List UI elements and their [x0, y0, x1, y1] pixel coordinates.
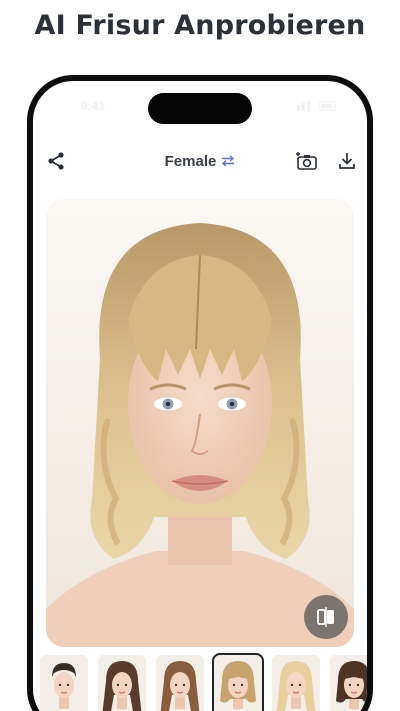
- hairstyle-thumbnail[interactable]: [40, 655, 88, 711]
- add-photo-button[interactable]: [295, 149, 319, 173]
- status-time: 9:41: [81, 99, 106, 113]
- gender-label: Female: [164, 152, 217, 170]
- hairstyle-thumbnail[interactable]: [272, 655, 320, 711]
- hairstyle-carousel: [33, 653, 367, 711]
- top-toolbar: Female: [33, 141, 367, 181]
- swap-icon: [222, 155, 235, 167]
- hairstyle-thumbnail-image: [272, 655, 320, 711]
- gender-toggle[interactable]: Female: [143, 148, 257, 174]
- status-icons: [297, 101, 336, 111]
- hairstyle-thumbnail-image: [98, 655, 146, 711]
- hairstyle-thumbnail[interactable]: [156, 655, 204, 711]
- phone-screen: 9:41 Female: [33, 81, 367, 711]
- hairstyle-thumbnail-image: [214, 655, 262, 711]
- hairstyle-thumbnail[interactable]: [98, 655, 146, 711]
- compare-button[interactable]: [304, 595, 348, 639]
- share-icon: [48, 152, 64, 170]
- hairstyle-thumbnail-image: [330, 655, 367, 711]
- dynamic-island: [148, 93, 252, 124]
- hairstyle-thumbnail-image: [156, 655, 204, 711]
- hairstyle-thumbnail-image: [40, 655, 88, 711]
- download-icon: [339, 153, 355, 169]
- share-button[interactable]: [44, 149, 68, 173]
- page-headline: AI Frisur Anprobieren: [34, 10, 366, 41]
- hairstyle-thumbnail[interactable]: [330, 655, 367, 711]
- portrait-illustration: [46, 199, 354, 647]
- hairstyle-preview-image: [46, 199, 354, 647]
- phone-frame: 9:41 Female: [27, 75, 373, 711]
- status-bar: 9:41: [33, 81, 367, 131]
- hairstyle-thumbnail[interactable]: [212, 653, 264, 711]
- compare-icon: [317, 607, 334, 627]
- camera-add-icon: [296, 152, 317, 170]
- download-button[interactable]: [335, 149, 359, 173]
